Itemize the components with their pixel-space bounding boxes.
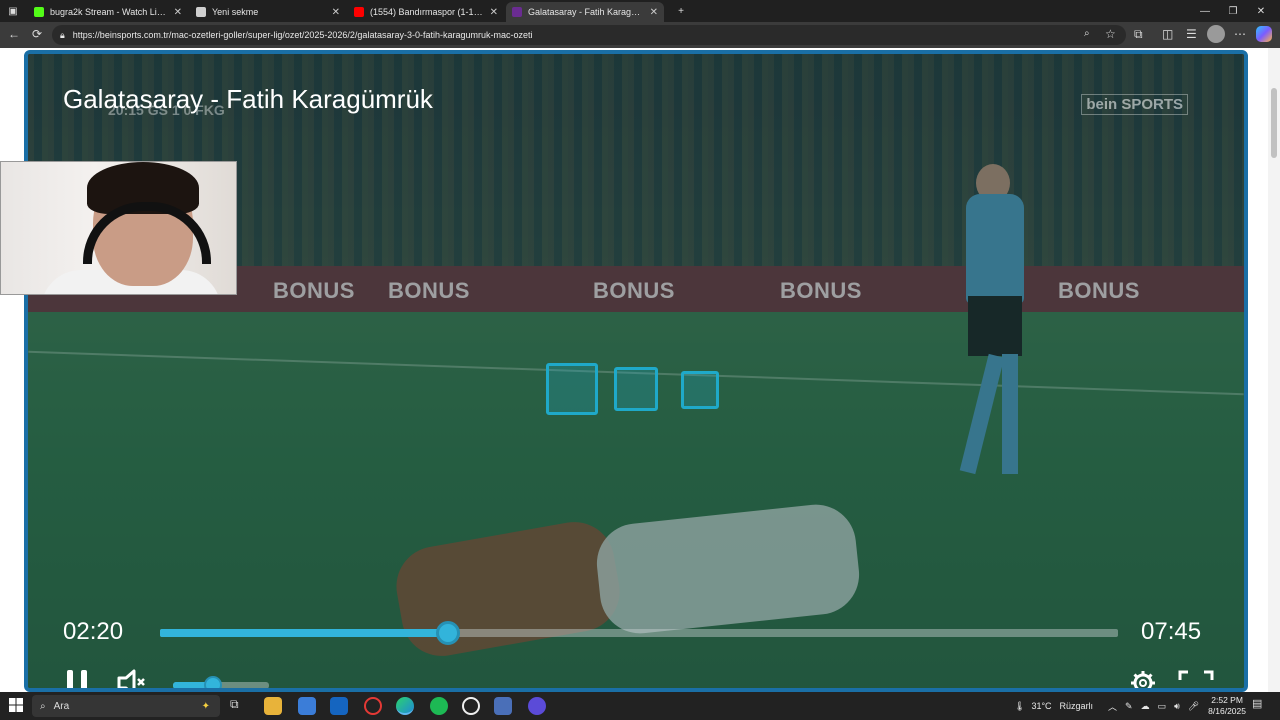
browser-tab[interactable]: bugra2k Stream - Watch Live on K ✕ bbox=[28, 2, 188, 22]
progress-bar[interactable] bbox=[160, 629, 1118, 637]
pen-icon[interactable]: ✎ bbox=[1125, 701, 1133, 712]
close-window-icon[interactable]: ✕ bbox=[1248, 0, 1274, 22]
weather-widget[interactable]: 🌡︎ 31°C Rüzgarlı bbox=[1014, 692, 1093, 720]
webcam-overlay bbox=[0, 161, 237, 295]
minimize-icon[interactable]: — bbox=[1192, 0, 1218, 22]
gear-icon bbox=[1131, 671, 1155, 688]
clock-date: 8/16/2025 bbox=[1208, 706, 1246, 716]
tab-close-icon[interactable]: ✕ bbox=[332, 7, 340, 18]
opera-icon[interactable] bbox=[364, 697, 382, 715]
address-toolbar: ← ⟳ 🔒︎ https://beinsports.com.tr/mac-oze… bbox=[0, 22, 1280, 48]
profile-avatar[interactable] bbox=[1207, 25, 1225, 43]
windows-logo-icon bbox=[9, 698, 23, 712]
search-highlight-icon: ✦ bbox=[201, 700, 210, 712]
task-view-icon[interactable]: ⧉ bbox=[230, 697, 248, 715]
system-tray: ︿ ✎ ☁ ▭ 🔊︎ 🎤︎ bbox=[1108, 692, 1199, 720]
extensions-icon[interactable]: ⧉ bbox=[1134, 27, 1143, 42]
restore-icon[interactable]: ❐ bbox=[1220, 0, 1246, 22]
new-tab-button[interactable]: + bbox=[668, 0, 694, 22]
speaker-icon[interactable]: 🔊︎ bbox=[1174, 701, 1180, 712]
refresh-icon[interactable]: ⟳ bbox=[32, 27, 42, 41]
tab-title: bugra2k Stream - Watch Live on K bbox=[50, 7, 168, 17]
loading-square-icon bbox=[681, 371, 719, 409]
taskbar-search[interactable]: ⌕ Ara ✦ bbox=[32, 695, 220, 717]
more-menu-icon[interactable]: ⋯ bbox=[1234, 27, 1246, 41]
weather-icon: 🌡︎ bbox=[1014, 700, 1026, 711]
split-screen-icon[interactable]: ◫ bbox=[1162, 27, 1173, 41]
favorite-star-icon[interactable]: ☆ bbox=[1105, 27, 1116, 41]
tab-title: Galatasaray - Fatih Karagümrük M bbox=[528, 7, 644, 17]
settings-button[interactable] bbox=[1130, 670, 1156, 688]
edge-icon[interactable] bbox=[396, 697, 414, 715]
taskbar-clock[interactable]: 2:52 PM 8/16/2025 bbox=[1208, 695, 1246, 717]
volume-handle[interactable] bbox=[204, 676, 223, 688]
tab-favicon-icon bbox=[196, 7, 206, 17]
copilot-icon[interactable] bbox=[1256, 26, 1272, 42]
tab-actions-icon[interactable]: ▣ bbox=[0, 0, 26, 22]
pause-button[interactable] bbox=[64, 666, 92, 688]
notifications-icon[interactable]: ▤ bbox=[1252, 697, 1270, 715]
scrollbar-thumb[interactable] bbox=[1271, 88, 1277, 158]
file-explorer-icon[interactable] bbox=[264, 697, 282, 715]
back-icon[interactable]: ← bbox=[8, 27, 20, 41]
tab-close-icon[interactable]: ✕ bbox=[490, 7, 498, 18]
tab-close-icon[interactable]: ✕ bbox=[174, 7, 182, 18]
browser-tab-bar: ▣ bugra2k Stream - Watch Live on K✕Yeni … bbox=[0, 0, 1280, 22]
show-hidden-icons-icon[interactable]: ︿ bbox=[1108, 700, 1117, 713]
video-player[interactable]: BONUS BONUS BONUS BONUS BONUS 20:15 GS 1… bbox=[24, 50, 1248, 692]
progress-fill bbox=[160, 629, 449, 637]
steam-icon[interactable] bbox=[494, 697, 512, 715]
tab-favicon-icon bbox=[34, 7, 44, 17]
search-icon: ⌕ bbox=[40, 700, 46, 712]
loading-square-icon bbox=[614, 367, 658, 411]
collections-icon[interactable]: ☰ bbox=[1186, 27, 1197, 41]
weather-temp: 31°C bbox=[1031, 701, 1052, 711]
start-button[interactable] bbox=[8, 697, 26, 715]
fullscreen-button[interactable] bbox=[1178, 670, 1214, 688]
address-bar[interactable]: 🔒︎ https://beinsports.com.tr/mac-ozetler… bbox=[52, 25, 1126, 45]
tab-favicon-icon bbox=[512, 7, 522, 17]
store-icon[interactable] bbox=[298, 697, 316, 715]
pause-icon bbox=[67, 670, 87, 688]
clock-time: 2:52 PM bbox=[1211, 695, 1243, 705]
url-text: https://beinsports.com.tr/mac-ozetleri-g… bbox=[72, 30, 533, 40]
windows-taskbar: ⌕ Ara ✦ ⧉ 🌡︎ 31°C Rüzgarlı ︿ ✎ ☁ ▭ 🔊︎ 🎤︎… bbox=[0, 692, 1280, 720]
tab-title: (1554) Bandırmaspor (1-1) Sakary bbox=[370, 7, 484, 17]
spotify-icon[interactable] bbox=[430, 697, 448, 715]
weather-label: Rüzgarlı bbox=[1059, 701, 1094, 711]
duration-time: 07:45 bbox=[1141, 618, 1202, 645]
browser-tab[interactable]: (1554) Bandırmaspor (1-1) Sakary ✕ bbox=[348, 2, 504, 22]
zoom-icon[interactable]: ⌕ bbox=[1084, 28, 1090, 39]
page-scrollbar[interactable] bbox=[1268, 48, 1280, 692]
microphone-icon[interactable]: 🎤︎ bbox=[1188, 701, 1199, 712]
app-icon[interactable] bbox=[462, 697, 480, 715]
cloud-icon[interactable]: ☁ bbox=[1141, 701, 1150, 712]
volume-icon bbox=[117, 669, 145, 688]
tab-close-icon[interactable]: ✕ bbox=[650, 7, 658, 18]
browser-tab[interactable]: Yeni sekme ✕ bbox=[190, 2, 346, 22]
fullscreen-icon bbox=[1178, 670, 1214, 688]
current-time: 02:20 bbox=[63, 618, 124, 645]
tab-title: Yeni sekme bbox=[212, 7, 259, 17]
volume-button[interactable] bbox=[116, 668, 146, 688]
browser-tab[interactable]: Galatasaray - Fatih Karagümrük M ✕ bbox=[506, 2, 664, 22]
page-viewport: BONUS BONUS BONUS BONUS BONUS 20:15 GS 1… bbox=[0, 48, 1280, 692]
outlook-icon[interactable] bbox=[330, 697, 348, 715]
broadcaster-logo: bein SPORTS bbox=[1081, 94, 1188, 115]
search-placeholder: Ara bbox=[53, 700, 70, 712]
network-icon[interactable]: ▭ bbox=[1158, 701, 1167, 712]
site-info-icon[interactable]: 🔒︎ bbox=[60, 30, 65, 41]
video-title: Galatasaray - Fatih Karagümrük bbox=[63, 84, 433, 114]
loading-square-icon bbox=[546, 363, 598, 415]
tab-favicon-icon bbox=[354, 7, 364, 17]
discord-icon[interactable] bbox=[528, 697, 546, 715]
